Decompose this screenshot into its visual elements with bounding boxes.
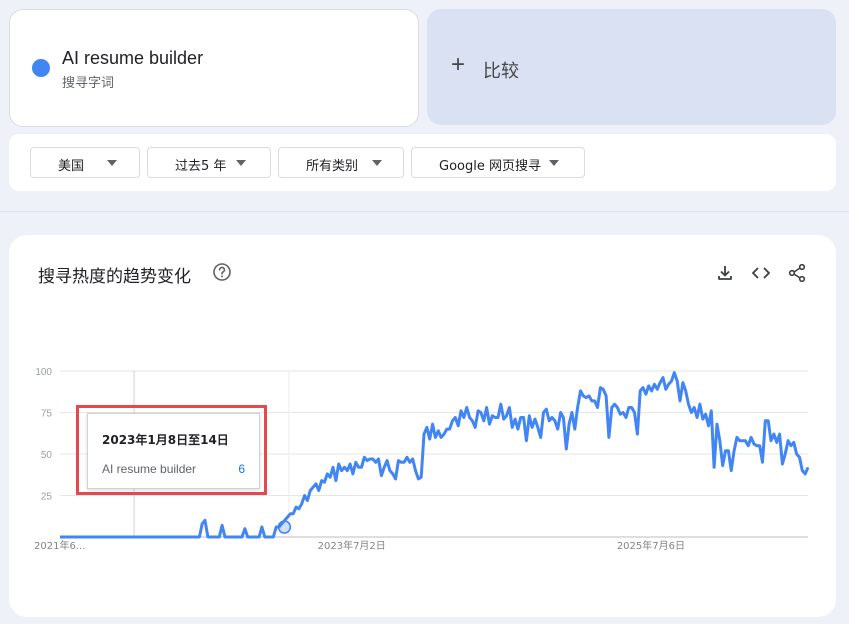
tooltip-value: 6	[238, 462, 245, 476]
y-tick-label: 25	[41, 492, 53, 503]
y-tick-label: 75	[41, 409, 53, 420]
y-tick-label: 50	[41, 450, 53, 461]
y-tick-label: 100	[35, 367, 52, 378]
chart-tooltip: 2023年1月8日至14日 AI resume builder 6	[87, 413, 260, 489]
x-tick-label: 2023年7月2日	[318, 539, 386, 552]
highlight-point	[277, 520, 292, 534]
x-tick-label: 2025年7月6日	[617, 539, 685, 552]
x-tick-label: 2021年6...	[34, 539, 85, 552]
trend-line-chart[interactable]: 25 50 75 100 2021年6... 2023年7月2日 2025年7月6日	[0, 0, 849, 624]
tooltip-term: AI resume builder	[102, 462, 197, 476]
tooltip-date: 2023年1月8日至14日	[102, 433, 229, 447]
